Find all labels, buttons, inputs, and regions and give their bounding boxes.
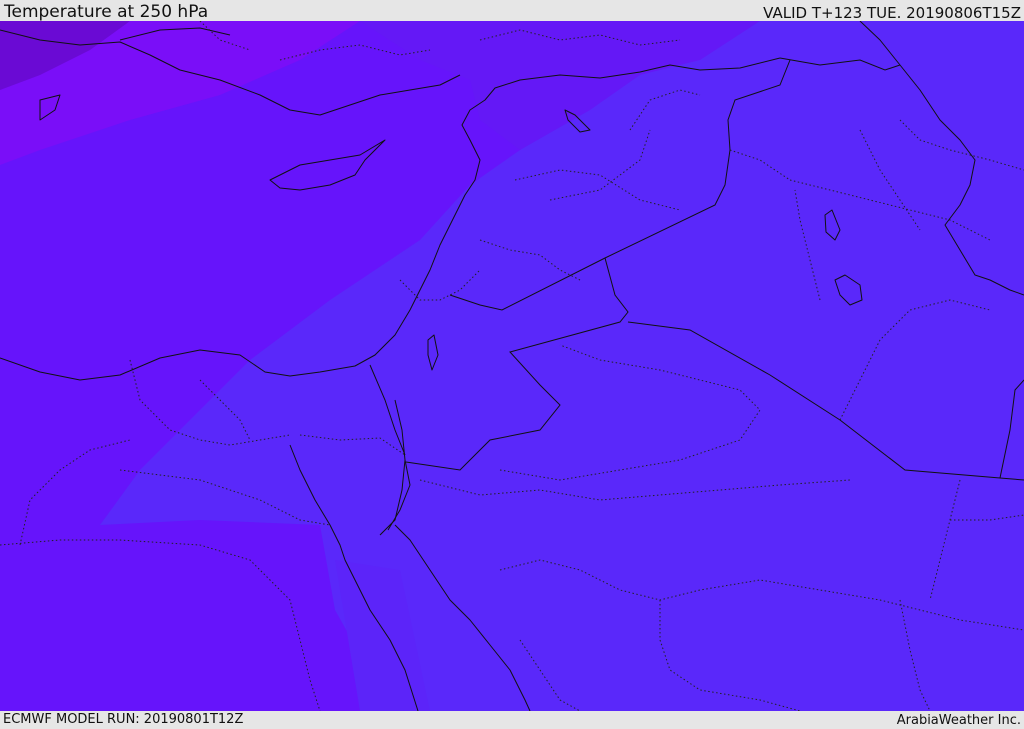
model-run-label: ECMWF MODEL RUN: 20190801T12Z bbox=[3, 712, 244, 727]
header-bar: Temperature at 250 hPa VALID T+123 TUE. … bbox=[0, 0, 1024, 21]
map-title: Temperature at 250 hPa bbox=[4, 2, 209, 22]
footer-bar: ECMWF MODEL RUN: 20190801T12Z ArabiaWeat… bbox=[0, 711, 1024, 729]
weather-map bbox=[0, 21, 1024, 711]
valid-time: VALID T+123 TUE. 20190806T15Z bbox=[763, 4, 1021, 22]
credit-label: ArabiaWeather Inc. bbox=[896, 713, 1021, 728]
